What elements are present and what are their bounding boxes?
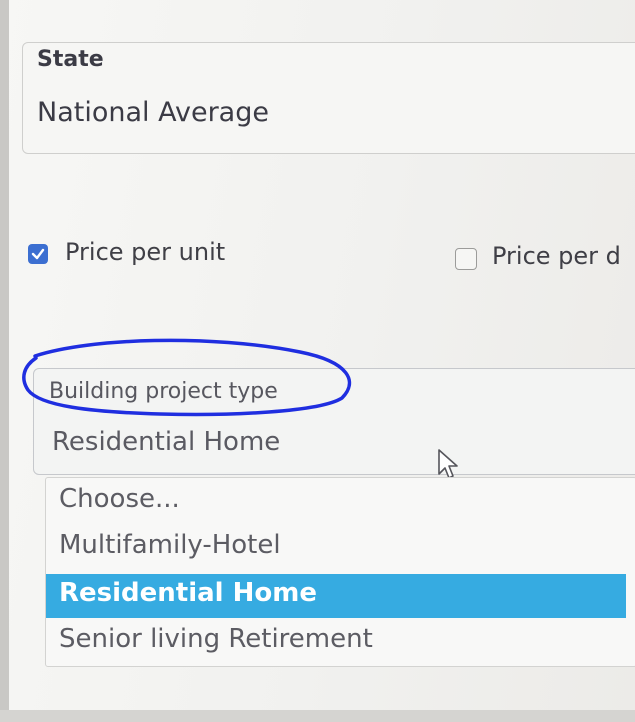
option-label: Residential Home [59,578,317,608]
option-senior-living-retirement[interactable]: Senior living Retirement [46,620,626,664]
screen-frame: State National Average Price per unit Pr… [0,0,635,722]
project-type-dropdown-list: Choose... Multifamily-Hotel Residential … [45,477,635,667]
price-per-d-checkbox[interactable] [455,248,477,270]
state-label: State [37,47,104,72]
option-residential-home[interactable]: Residential Home [46,574,626,618]
option-label: Choose... [59,484,180,514]
option-multifamily-hotel[interactable]: Multifamily-Hotel [46,526,626,570]
state-value: National Average [37,97,269,128]
price-per-d-label[interactable]: Price per d [492,242,621,270]
state-select[interactable]: State National Average [22,42,635,154]
price-per-unit-label[interactable]: Price per unit [65,238,225,266]
checkmark-icon [31,248,45,260]
building-project-type-label: Building project type [49,379,278,404]
option-label: Multifamily-Hotel [59,530,281,560]
price-per-unit-checkbox[interactable] [28,244,48,264]
option-choose[interactable]: Choose... [46,480,626,524]
option-label: Senior living Retirement [59,624,373,654]
building-project-type-value: Residential Home [52,427,281,457]
building-project-type-select[interactable]: Building project type Residential Home [33,368,635,475]
